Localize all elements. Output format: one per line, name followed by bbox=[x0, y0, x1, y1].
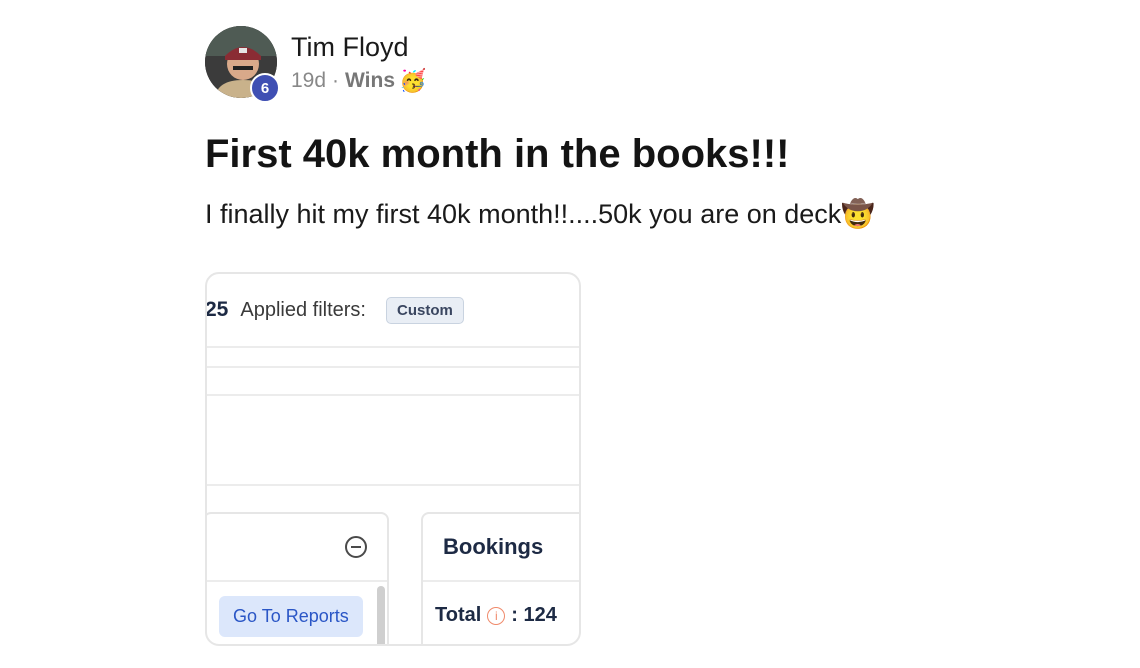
scrollbar bbox=[377, 586, 385, 644]
info-icon: i bbox=[487, 606, 506, 625]
divider-3 bbox=[207, 394, 579, 396]
post-category[interactable]: Wins bbox=[345, 69, 395, 93]
level-badge: 6 bbox=[250, 73, 280, 103]
bookings-title: Bookings bbox=[443, 534, 544, 559]
custom-filter-chip: Custom bbox=[385, 296, 464, 324]
post-header: 6 Tim Floyd 19d · Wins 🥳 bbox=[205, 26, 1105, 103]
left-report-card: Go To Reports bbox=[207, 512, 389, 644]
post: 6 Tim Floyd 19d · Wins 🥳 First 40k month… bbox=[205, 26, 1105, 646]
post-title: First 40k month in the books!!! bbox=[205, 132, 790, 176]
cowboy-emoji-icon: 🤠 bbox=[841, 199, 875, 229]
left-card-divider bbox=[207, 580, 387, 582]
total-label: Total bbox=[435, 604, 482, 626]
bookings-divider bbox=[423, 580, 579, 582]
divider-2 bbox=[207, 366, 579, 368]
filters-row: 25 Applied filters: Custom bbox=[207, 274, 579, 346]
post-image-attachment[interactable]: 25 Applied filters: Custom Go To Reports… bbox=[205, 272, 581, 646]
author-info: Tim Floyd 19d · Wins 🥳 bbox=[291, 26, 426, 94]
post-body: I finally hit my first 40k month!!....50… bbox=[205, 196, 1105, 232]
bookings-total: Total i : 124 bbox=[435, 604, 557, 627]
post-meta: 19d · Wins 🥳 bbox=[291, 68, 426, 94]
party-face-emoji-icon: 🥳 bbox=[399, 68, 427, 93]
post-body-text: I finally hit my first 40k month!!....50… bbox=[205, 199, 842, 229]
post-time: 19d bbox=[291, 69, 327, 92]
go-to-reports-button: Go To Reports bbox=[219, 596, 363, 637]
divider-4 bbox=[207, 484, 579, 486]
bookings-card: Bookings Total i : 124 bbox=[421, 512, 579, 644]
avatar[interactable]: 6 bbox=[205, 26, 280, 103]
divider-1 bbox=[207, 346, 579, 348]
meta-separator: · bbox=[332, 69, 340, 92]
total-value: : 124 bbox=[511, 604, 557, 626]
collapse-minus-icon bbox=[345, 536, 367, 558]
filters-label: Applied filters: bbox=[240, 298, 366, 321]
filters-prefix: 25 bbox=[205, 298, 229, 321]
author-name[interactable]: Tim Floyd bbox=[291, 30, 426, 64]
